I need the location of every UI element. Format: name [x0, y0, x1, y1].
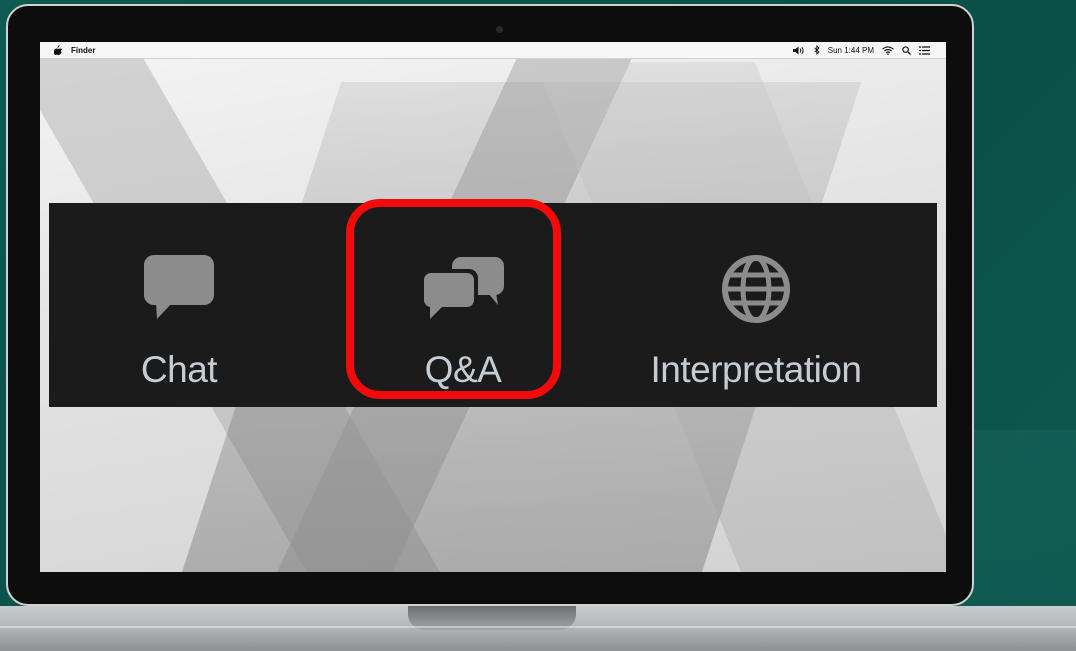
search-icon[interactable]	[902, 45, 911, 55]
chat-bubble-icon	[142, 253, 216, 326]
bluetooth-icon[interactable]	[813, 45, 820, 55]
chat-button[interactable]: Chat	[109, 203, 249, 407]
mac-menubar: Finder Sun 1:44 PM	[40, 42, 946, 59]
laptop-base-shine	[0, 626, 1076, 628]
volume-icon[interactable]	[792, 46, 806, 55]
interpretation-button[interactable]: Interpretation	[627, 203, 885, 407]
screen: Finder Sun 1:44 PM Chat Q&A Interpretati…	[40, 42, 946, 572]
camera-icon	[496, 26, 503, 33]
chat-label: Chat	[140, 349, 218, 390]
apple-icon[interactable]	[54, 45, 63, 55]
qa-highlight-box	[346, 199, 561, 399]
laptop-lid: Finder Sun 1:44 PM Chat Q&A Interpretati…	[6, 4, 974, 612]
globe-icon	[720, 253, 792, 330]
interpretation-label: Interpretation	[650, 349, 862, 390]
menu-list-icon[interactable]	[919, 45, 930, 55]
menubar-clock[interactable]: Sun 1:44 PM	[828, 46, 874, 55]
finder-menu[interactable]: Finder	[71, 46, 95, 55]
wifi-icon[interactable]	[882, 45, 894, 55]
menubar-status-area: Sun 1:44 PM	[792, 45, 930, 55]
